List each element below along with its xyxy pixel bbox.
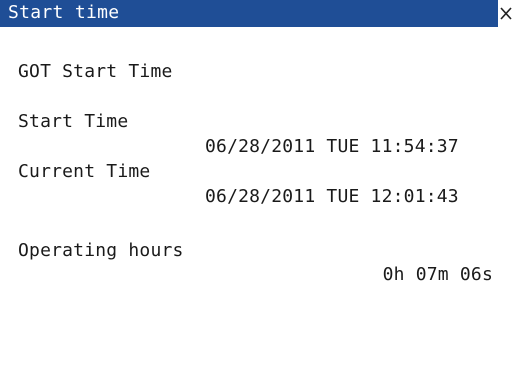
operating-hours-label: Operating hours <box>18 240 184 261</box>
got-start-time-heading: GOT Start Time <box>18 61 173 82</box>
close-button[interactable] <box>498 0 513 27</box>
title-bar: Start time <box>0 0 513 27</box>
current-time-value: 06/28/2011 TUE 12:01:43 <box>205 186 459 207</box>
window-title: Start time <box>8 2 120 23</box>
current-time-label: Current Time <box>18 161 151 182</box>
start-time-window: Start time GOT Start Time Start Time 06/… <box>0 0 513 387</box>
start-time-label: Start Time <box>18 111 129 132</box>
close-icon <box>500 7 512 20</box>
start-time-value: 06/28/2011 TUE 11:54:37 <box>205 136 459 157</box>
operating-hours-value: 0h 07m 06s <box>382 264 493 285</box>
